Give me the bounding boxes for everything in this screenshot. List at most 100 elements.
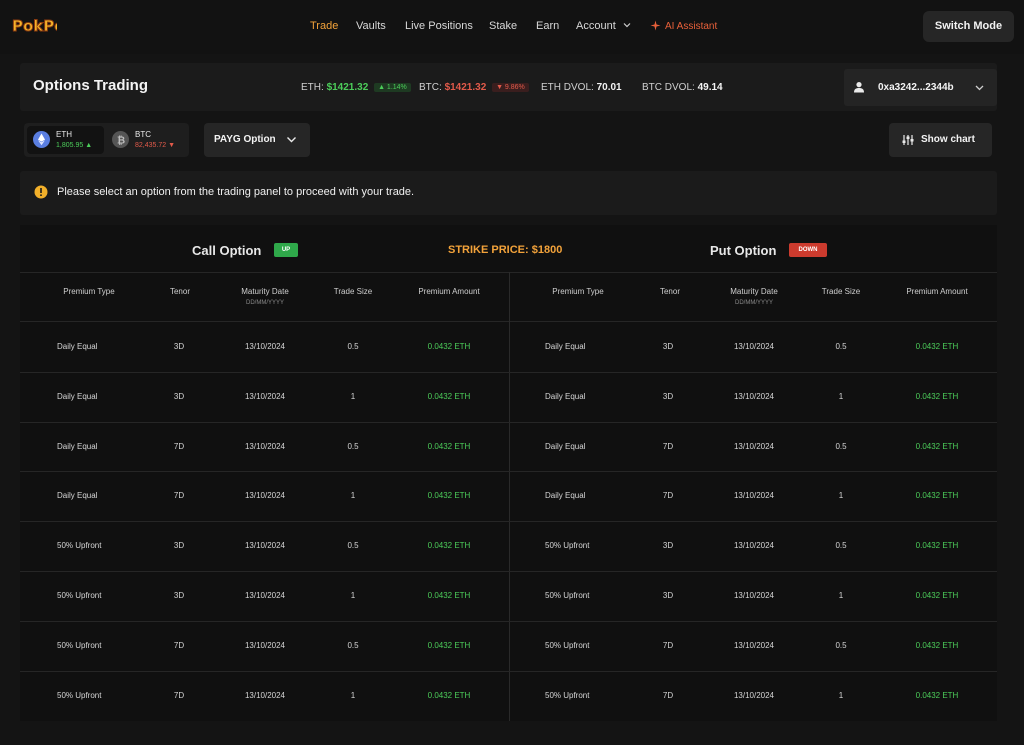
call-cell-premium-amount: 0.0432 ETH bbox=[427, 591, 471, 600]
call-cell-premium-amount: 0.0432 ETH bbox=[427, 442, 471, 451]
put-cell-premium-type: Daily Equal bbox=[545, 491, 586, 500]
warning-icon bbox=[34, 185, 48, 199]
put-cell-tenor: 3D bbox=[662, 392, 674, 401]
show-chart-label: Show chart bbox=[921, 134, 975, 145]
put-cell-tenor: 3D bbox=[662, 541, 674, 550]
eth-ticker: ETH: $1421.32 ▲ 1.14% bbox=[301, 82, 411, 93]
nav-vaults[interactable]: Vaults bbox=[356, 20, 386, 32]
put-cell-tenor: 3D bbox=[662, 342, 674, 351]
put-cell-premium-type: 50% Upfront bbox=[545, 591, 590, 600]
put-cell-trade-size: 0.5 bbox=[835, 442, 847, 451]
call-cell-tenor: 7D bbox=[173, 491, 185, 500]
call-header-date-format: DD/MM/YYYY bbox=[245, 300, 284, 306]
btc-dvol-label: BTC DVOL: bbox=[642, 82, 695, 93]
strike-price: STRIKE PRICE: $1800 bbox=[448, 244, 563, 256]
chevron-down-icon[interactable] bbox=[286, 134, 297, 145]
sliders-icon bbox=[902, 135, 914, 145]
nav-account[interactable]: Account bbox=[576, 20, 616, 32]
put-cell-maturity-date: 13/10/2024 bbox=[733, 591, 775, 600]
pokpok-logo[interactable]: PokPok bbox=[11, 13, 58, 37]
put-cell-tenor: 7D bbox=[662, 641, 674, 650]
put-cell-premium-amount: 0.0432 ETH bbox=[915, 541, 959, 550]
call-cell-premium-type: 50% Upfront bbox=[57, 541, 102, 550]
put-header-premium-amount: Premium Amount bbox=[906, 287, 968, 296]
call-cell-premium-type: Daily Equal bbox=[57, 342, 98, 351]
call-cell-trade-size: 0.5 bbox=[347, 442, 359, 451]
put-cell-maturity-date: 13/10/2024 bbox=[733, 691, 775, 700]
put-cell-maturity-date: 13/10/2024 bbox=[733, 392, 775, 401]
call-cell-trade-size: 1 bbox=[350, 591, 356, 600]
put-header-date-format: DD/MM/YYYY bbox=[734, 300, 773, 306]
asset-eth-name: ETH bbox=[56, 130, 72, 139]
btc-ticker: BTC: $1421.32 ▼ 9.86% bbox=[419, 82, 529, 93]
call-cell-trade-size: 1 bbox=[350, 392, 356, 401]
nav-live-positions[interactable]: Live Positions bbox=[405, 20, 473, 32]
chevron-down-icon[interactable] bbox=[622, 20, 632, 30]
put-cell-premium-type: 50% Upfront bbox=[545, 691, 590, 700]
call-cell-maturity-date: 13/10/2024 bbox=[244, 541, 286, 550]
nav-earn[interactable]: Earn bbox=[536, 20, 559, 32]
put-cell-trade-size: 1 bbox=[838, 691, 844, 700]
bitcoin-icon[interactable]: ₿ bbox=[112, 131, 129, 148]
put-cell-premium-type: 50% Upfront bbox=[545, 641, 590, 650]
put-option-title: Put Option bbox=[710, 243, 777, 258]
btc-dvol-value: 49.14 bbox=[697, 82, 723, 93]
user-icon bbox=[854, 82, 864, 93]
call-cell-maturity-date: 13/10/2024 bbox=[244, 491, 286, 500]
put-cell-trade-size: 1 bbox=[838, 491, 844, 500]
eth-dvol: ETH DVOL: 70.01 bbox=[541, 82, 622, 93]
call-header-premium-amount: Premium Amount bbox=[418, 287, 480, 296]
call-cell-maturity-date: 13/10/2024 bbox=[244, 392, 286, 401]
nav-stake[interactable]: Stake bbox=[489, 20, 517, 32]
nav-trade[interactable]: Trade bbox=[310, 20, 338, 32]
put-down-badge: DOWN bbox=[789, 243, 827, 257]
call-cell-premium-amount: 0.0432 ETH bbox=[427, 691, 471, 700]
eth-ticker-price: $1421.32 bbox=[326, 82, 369, 93]
call-cell-tenor: 3D bbox=[173, 392, 185, 401]
eth-dvol-label: ETH DVOL: bbox=[541, 82, 594, 93]
sparkle-icon bbox=[650, 20, 661, 31]
asset-btc-name: BTC bbox=[135, 130, 151, 139]
put-cell-tenor: 7D bbox=[662, 442, 674, 451]
nav-ai-assistant[interactable]: AI Assistant bbox=[665, 21, 717, 32]
svg-text:₿: ₿ bbox=[117, 135, 125, 147]
put-cell-maturity-date: 13/10/2024 bbox=[733, 342, 775, 351]
call-cell-maturity-date: 13/10/2024 bbox=[244, 591, 286, 600]
put-cell-premium-amount: 0.0432 ETH bbox=[915, 491, 959, 500]
put-header-trade-size: Trade Size bbox=[821, 287, 861, 296]
call-header-premium-type: Premium Type bbox=[63, 287, 115, 296]
put-header-maturity-date: Maturity Date bbox=[730, 287, 778, 296]
put-cell-trade-size: 1 bbox=[838, 392, 844, 401]
call-cell-premium-amount: 0.0432 ETH bbox=[427, 342, 471, 351]
svg-text:PokPok: PokPok bbox=[12, 17, 57, 35]
switch-mode-button[interactable]: Switch Mode bbox=[923, 11, 1014, 42]
call-cell-tenor: 3D bbox=[173, 591, 185, 600]
put-cell-premium-amount: 0.0432 ETH bbox=[915, 641, 959, 650]
call-cell-tenor: 7D bbox=[173, 691, 185, 700]
eth-dvol-value: 70.01 bbox=[596, 82, 622, 93]
put-cell-maturity-date: 13/10/2024 bbox=[733, 541, 775, 550]
put-header-tenor: Tenor bbox=[659, 287, 680, 296]
call-up-badge: UP bbox=[274, 243, 298, 257]
btc-ticker-label: BTC: bbox=[419, 82, 442, 93]
wallet-address: 0xa3242...2344b bbox=[878, 82, 954, 93]
call-cell-premium-amount: 0.0432 ETH bbox=[427, 491, 471, 500]
call-cell-premium-type: 50% Upfront bbox=[57, 591, 102, 600]
call-header-trade-size: Trade Size bbox=[333, 287, 373, 296]
call-cell-premium-type: 50% Upfront bbox=[57, 691, 102, 700]
put-cell-premium-amount: 0.0432 ETH bbox=[915, 591, 959, 600]
put-cell-premium-type: Daily Equal bbox=[545, 342, 586, 351]
eth-ticker-label: ETH: bbox=[301, 82, 324, 93]
alert-message: Please select an option from the trading… bbox=[57, 186, 415, 198]
put-cell-premium-type: Daily Equal bbox=[545, 442, 586, 451]
call-header-tenor: Tenor bbox=[169, 287, 190, 296]
chevron-down-icon[interactable] bbox=[974, 82, 985, 93]
call-cell-premium-amount: 0.0432 ETH bbox=[427, 541, 471, 550]
put-cell-premium-amount: 0.0432 ETH bbox=[915, 691, 959, 700]
option-type-label: PAYG Option bbox=[214, 134, 276, 145]
put-cell-tenor: 7D bbox=[662, 491, 674, 500]
call-cell-premium-type: Daily Equal bbox=[57, 392, 98, 401]
put-cell-trade-size: 0.5 bbox=[835, 342, 847, 351]
call-cell-premium-amount: 0.0432 ETH bbox=[427, 641, 471, 650]
put-cell-maturity-date: 13/10/2024 bbox=[733, 641, 775, 650]
